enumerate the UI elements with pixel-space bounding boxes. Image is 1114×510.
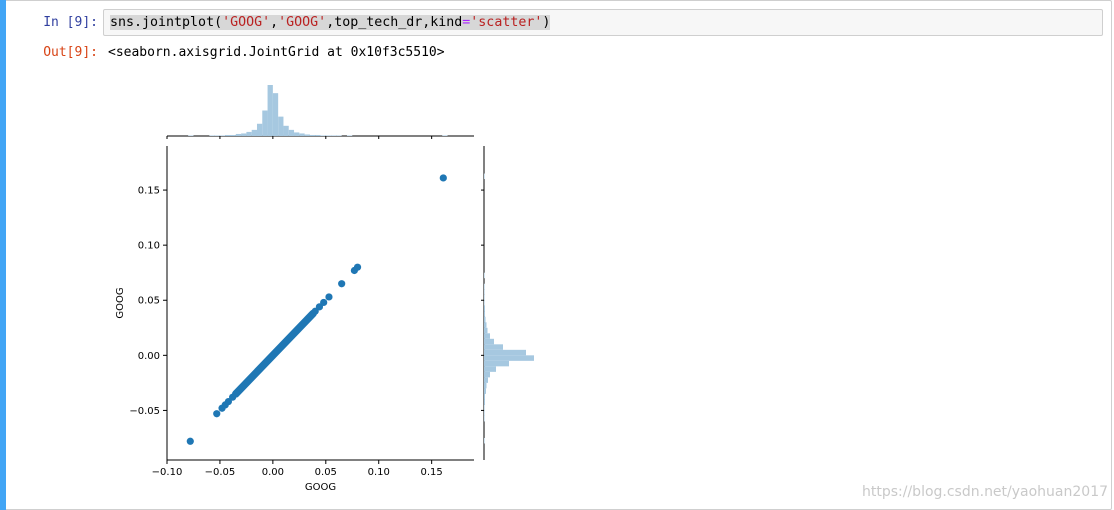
top-histogram-bar — [251, 129, 257, 136]
top-histogram-bar — [225, 134, 231, 136]
scatter-point — [186, 437, 194, 445]
right-histogram-bar — [484, 327, 488, 334]
top-histogram-bar — [442, 135, 448, 136]
scatter-point — [439, 174, 447, 182]
top-histogram-bar — [219, 135, 226, 136]
scatter-point — [325, 293, 333, 301]
top-histogram-bar — [278, 116, 284, 136]
top-histogram-bar — [331, 135, 337, 136]
top-histogram-bar — [309, 134, 316, 136]
x-tick-label: 0.10 — [368, 467, 390, 478]
right-histogram-bar — [484, 173, 485, 180]
x-tick-label: −0.10 — [152, 467, 183, 478]
top-histogram-bar — [283, 125, 289, 136]
top-histogram-bar — [209, 135, 215, 136]
top-histogram-bar — [241, 133, 247, 136]
right-histogram-bar — [484, 316, 486, 323]
right-histogram-bar — [484, 283, 485, 290]
right-histogram-bar — [484, 300, 485, 306]
scatter-point — [213, 410, 221, 418]
y-tick-label: 0.05 — [138, 296, 160, 307]
scatter-point — [353, 263, 362, 271]
top-histogram-bar — [336, 135, 342, 136]
right-histogram-bar — [484, 371, 490, 378]
y-tick-label: 0.10 — [138, 241, 160, 252]
top-histogram-bar — [304, 134, 310, 136]
right-histogram-bar — [484, 366, 496, 372]
right-histogram-bar — [484, 404, 485, 411]
top-histogram-bar — [214, 135, 220, 136]
right-histogram-bar — [484, 305, 485, 312]
x-tick-label: 0.15 — [421, 467, 443, 478]
right-histogram-bar — [484, 360, 509, 367]
right-histogram-bar — [484, 437, 485, 444]
right-histogram-bar — [484, 344, 503, 350]
top-histogram-bar — [272, 93, 279, 136]
x-axis-label: GOOG — [305, 482, 336, 493]
right-histogram-bar — [484, 289, 485, 295]
right-histogram-bar — [484, 338, 494, 345]
right-histogram-bar — [484, 410, 485, 416]
scatter-dense-band — [232, 309, 317, 398]
right-histogram-bar — [484, 322, 487, 328]
right-histogram-bar — [484, 272, 485, 279]
top-histogram-bar — [188, 135, 194, 136]
jointplot-figure: −0.10 −0.05 0.00 0.05 0.10 0.15 −0.05 0.00 0.05 0… — [115, 85, 534, 493]
x-tick-label: 0.00 — [262, 467, 284, 478]
right-histogram-bar — [484, 399, 485, 405]
top-histogram-bar — [262, 110, 268, 136]
top-histogram-bar — [256, 123, 263, 136]
right-histogram-bar — [484, 415, 485, 422]
right-histogram-bar — [484, 294, 485, 301]
top-histogram-bar — [246, 131, 252, 136]
right-histogram-bar — [484, 355, 534, 361]
right-histogram-bar — [484, 393, 485, 400]
top-histogram-bar — [230, 134, 236, 136]
top-histogram-bar — [267, 85, 273, 136]
scatter-point — [232, 390, 240, 398]
x-tick-label: −0.05 — [205, 467, 236, 478]
top-histogram-bar — [325, 135, 332, 136]
x-tick-label: 0.05 — [315, 467, 337, 478]
y-tick-label: 0.15 — [138, 186, 160, 197]
right-histogram-bar — [484, 311, 485, 317]
y-axis-label: GOOG — [115, 287, 126, 318]
top-histogram-bar — [320, 135, 326, 136]
top-histogram-bar — [294, 132, 300, 136]
top-histogram-bar — [299, 133, 305, 136]
right-histogram-bar — [484, 333, 490, 339]
right-histogram-bar — [484, 377, 488, 383]
right-histogram-bar — [484, 382, 487, 389]
right-histogram-bar — [484, 388, 486, 394]
watermark: https://blog.csdn.net/yaohuan2017 — [862, 484, 1109, 500]
right-histogram-bar — [484, 349, 526, 356]
top-histogram-bar — [346, 135, 353, 136]
scatter-point — [338, 280, 346, 288]
top-histogram-bar — [315, 134, 321, 136]
y-tick-label: −0.05 — [129, 406, 160, 417]
top-histogram-bar — [235, 133, 242, 136]
y-tick-label: 0.00 — [138, 351, 160, 362]
scatter-point — [320, 298, 328, 307]
top-histogram-bar — [288, 129, 295, 136]
